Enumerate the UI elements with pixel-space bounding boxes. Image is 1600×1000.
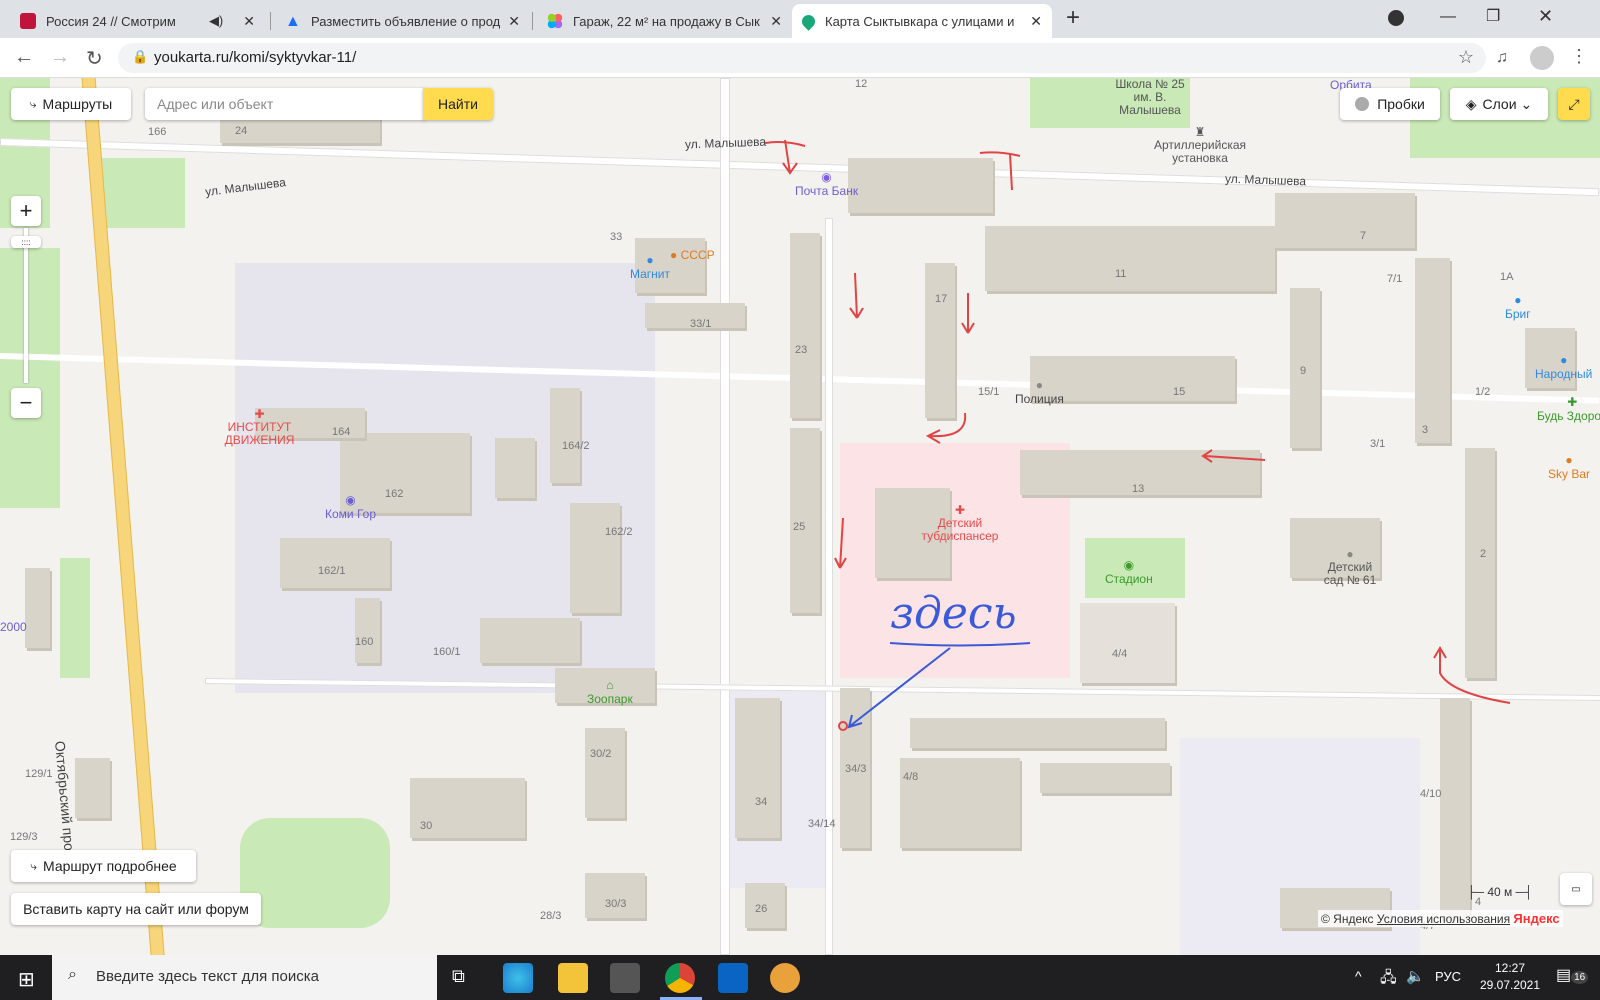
red-arrow (925, 412, 967, 444)
close-window-icon[interactable]: ✕ (1538, 6, 1553, 27)
windows-start-icon[interactable]: ⊞ (18, 967, 35, 992)
zoom-in-button[interactable]: + (11, 196, 41, 226)
back-icon[interactable]: ← (14, 46, 34, 69)
clock[interactable]: 12:27 29.07.2021 (1475, 960, 1545, 994)
app-icon[interactable] (770, 963, 800, 993)
tab-avito-post[interactable]: ▲ Разместить объявление о прод ✕ (275, 4, 530, 38)
edge-icon[interactable] (503, 963, 533, 993)
yandex-logo: Яндекс (1513, 911, 1560, 926)
traffic-icon (1355, 97, 1370, 111)
task-view-icon[interactable]: ⧉ (452, 966, 465, 987)
tab-garage[interactable]: Гараж, 22 м² на продажу в Сык ✕ (537, 4, 792, 38)
language-indicator[interactable]: РУС (1435, 969, 1461, 984)
search-button[interactable]: Найти (423, 88, 493, 120)
zoom-slider-handle[interactable]: :::: (11, 236, 41, 248)
audio-icon[interactable]: ◀) (209, 13, 223, 29)
red-arrow (1433, 646, 1511, 704)
app-icon[interactable] (610, 963, 640, 993)
notifications-icon[interactable]: ▤ 16 (1556, 965, 1589, 985)
minimize-icon[interactable]: — (1440, 8, 1456, 26)
url-field[interactable]: 🔒 youkarta.ru/komi/syktyvkar-11/ ☆ (118, 43, 1486, 73)
profile-avatar[interactable] (1530, 46, 1554, 70)
zoom-out-button[interactable]: − (11, 388, 41, 418)
lock-icon: 🔒 (132, 49, 149, 64)
embed-map-button[interactable]: Вставить карту на сайт или форум (11, 893, 261, 925)
red-arrow (979, 151, 1021, 191)
russia24-icon (20, 13, 36, 29)
route-details-button[interactable]: ⤷ Маршрут подробнее (11, 850, 196, 882)
reload-icon[interactable]: ↻ (86, 46, 103, 71)
map-pin-icon (799, 11, 818, 31)
red-arrow (961, 293, 975, 334)
chevron-down-icon: ⌄ (1520, 95, 1533, 112)
outlook-icon[interactable] (718, 963, 748, 993)
chrome-icon[interactable] (665, 963, 695, 993)
search-icon: ⌕ (68, 966, 77, 983)
ruler-button[interactable]: ▭ (1560, 873, 1592, 905)
scale-bar: ├─ 40 м ─┤ (1467, 885, 1533, 899)
tray-chevron-icon[interactable]: ^ (1355, 968, 1362, 984)
fullscreen-button[interactable]: ⤢ (1558, 88, 1590, 120)
tab-russia24[interactable]: Россия 24 // Смотрим ◀) ✕ (10, 4, 265, 38)
red-arrow (764, 139, 806, 175)
map-search-input[interactable]: Адрес или объект (145, 88, 425, 120)
blue-underline (889, 642, 1031, 647)
red-arrow (834, 517, 847, 569)
layers-icon: ◈ (1465, 95, 1477, 112)
red-arrow (849, 272, 864, 319)
map-canvas[interactable]: ул. Малышева ул. Малышева ул. Малышева О… (0, 78, 1600, 955)
close-tab-icon[interactable]: ✕ (243, 13, 255, 30)
forward-icon[interactable]: → (50, 46, 70, 69)
close-tab-icon[interactable]: ✕ (508, 13, 520, 30)
layers-button[interactable]: ◈ Слои ⌄ (1450, 88, 1548, 120)
red-arrow (1201, 449, 1266, 463)
annotation-here: здесь (890, 588, 1017, 639)
avito-dots-icon (547, 13, 563, 29)
close-tab-icon[interactable]: ✕ (1030, 13, 1042, 30)
tab-map-active[interactable]: Карта Сыктывкара с улицами и ✕ (792, 4, 1052, 38)
restore-icon[interactable]: ❐ (1486, 6, 1500, 26)
blue-arrow (847, 647, 951, 729)
file-explorer-icon[interactable] (558, 963, 588, 993)
terms-link[interactable]: Условия использования (1377, 912, 1510, 926)
tab-search-icon[interactable] (1388, 10, 1404, 26)
menu-icon[interactable]: ⋮ (1570, 46, 1588, 67)
copyright: © Яндекс Условия использования Яндекс (1318, 910, 1563, 927)
traffic-button[interactable]: Пробки (1340, 88, 1440, 120)
hand-annotations (764, 139, 1511, 731)
tab-bar: Россия 24 // Смотрим ◀) ✕ ▲ Разместить о… (0, 0, 1600, 38)
route-icon: ⤷ (30, 858, 38, 873)
close-tab-icon[interactable]: ✕ (770, 13, 782, 30)
avito-icon: ▲ (285, 13, 301, 30)
routes-button[interactable]: ⤷ Маршруты (11, 88, 131, 120)
zoom-slider[interactable] (24, 228, 28, 383)
route-icon: ⤷ (29, 96, 37, 111)
network-icon[interactable]: 🖧 (1380, 967, 1397, 992)
volume-icon[interactable]: 🔈 (1406, 967, 1425, 985)
new-tab-button[interactable]: + (1066, 4, 1080, 32)
taskbar-search-input[interactable]: ⌕ Введите здесь текст для поиска (52, 955, 437, 1000)
media-icon[interactable]: ♫ (1496, 49, 1508, 67)
address-bar: ← → ↻ 🔒 youkarta.ru/komi/syktyvkar-11/ ☆… (0, 38, 1600, 78)
taskbar: ⊞ ⌕ Введите здесь текст для поиска ⧉ ^ 🖧… (0, 955, 1600, 1000)
target-marker (838, 721, 848, 731)
bookmark-star-icon[interactable]: ☆ (1458, 47, 1474, 68)
